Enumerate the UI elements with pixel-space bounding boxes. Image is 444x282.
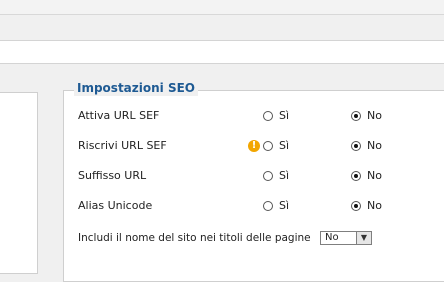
sef-url-yes-radio[interactable] <box>263 111 273 121</box>
toolbar-strip <box>0 40 444 64</box>
rewrite-url-no-radio[interactable] <box>351 141 361 151</box>
rewrite-url-no-label: No <box>367 139 382 152</box>
url-suffix-yes-label: Sì <box>279 169 290 182</box>
unicode-alias-no-label: No <box>367 199 382 212</box>
rewrite-url-yes-radio[interactable] <box>263 141 273 151</box>
url-suffix-no-radio[interactable] <box>351 171 361 181</box>
sef-url-yes-label: Sì <box>279 109 290 122</box>
sef-url-no-label: No <box>367 109 382 122</box>
rewrite-url-label: Riscrivi URL SEF <box>78 139 167 152</box>
sef-url-no-radio[interactable] <box>351 111 361 121</box>
chevron-down-icon[interactable]: ▼ <box>356 232 371 244</box>
site-name-in-titles-value: No <box>325 232 339 243</box>
site-name-in-titles-select[interactable]: No ▼ <box>320 231 372 245</box>
site-name-in-titles-label: Includi il nome del sito nei titoli dell… <box>78 232 311 244</box>
seo-settings-title: Impostazioni SEO <box>74 80 198 96</box>
url-suffix-yes-radio[interactable] <box>263 171 273 181</box>
rewrite-url-yes-label: Sì <box>279 139 290 152</box>
unicode-alias-no-radio[interactable] <box>351 201 361 211</box>
sef-url-label: Attiva URL SEF <box>78 109 160 122</box>
unicode-alias-yes-label: Sì <box>279 199 290 212</box>
url-suffix-no-label: No <box>367 169 382 182</box>
url-suffix-label: Suffisso URL <box>78 169 147 182</box>
unicode-alias-yes-radio[interactable] <box>263 201 273 211</box>
warning-icon[interactable]: ! <box>248 140 260 152</box>
left-panel <box>0 92 38 274</box>
unicode-alias-label: Alias Unicode <box>78 199 153 212</box>
top-band <box>0 0 444 15</box>
